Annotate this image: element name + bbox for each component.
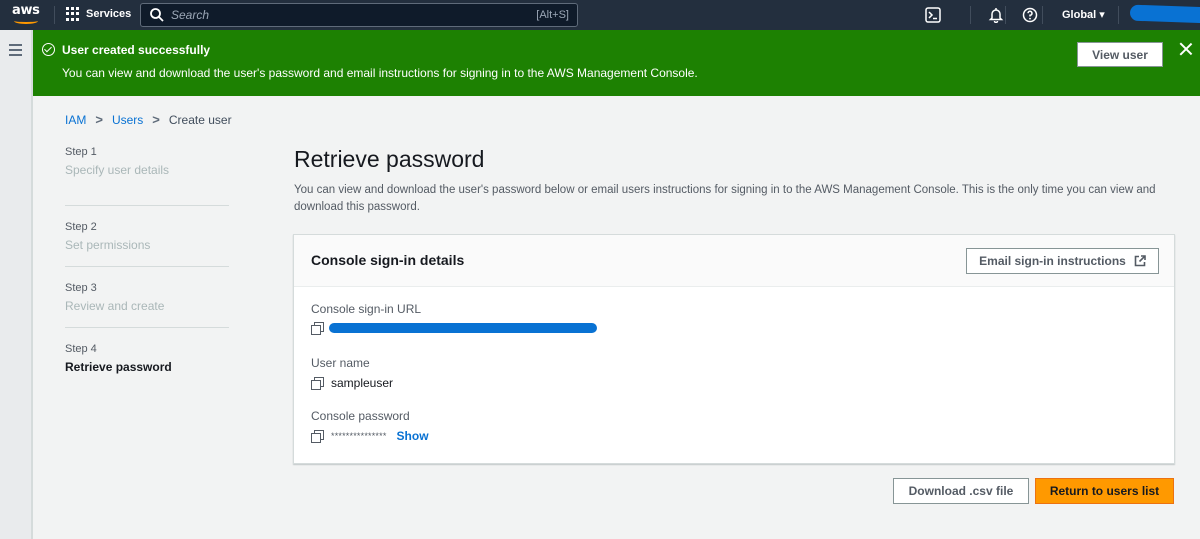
card-title: Console sign-in details [311, 252, 465, 268]
step-name: Set permissions [65, 238, 151, 252]
grid-icon [66, 7, 80, 21]
wizard-steps: Step 1 Specify user details Step 2 Set p… [65, 145, 229, 389]
copy-icon[interactable] [311, 322, 324, 335]
step-name: Review and create [65, 299, 165, 313]
search-bar[interactable]: [Alt+S] [140, 3, 578, 27]
nav-divider [54, 6, 55, 24]
console-sign-in-details-card: Console sign-in details Email sign-in in… [293, 234, 1175, 464]
bell-icon[interactable] [987, 6, 1005, 24]
top-navigation-bar: aws Services [Alt+S] [0, 0, 1200, 30]
close-icon[interactable] [1179, 42, 1193, 56]
account-menu-redacted[interactable] [1129, 4, 1200, 24]
menu-icon[interactable] [9, 44, 22, 56]
page-description: You can view and download the user's pas… [294, 184, 1156, 213]
view-user-button[interactable]: View user [1077, 42, 1163, 67]
aws-logo[interactable]: aws [12, 4, 42, 26]
user-name-field: User name sampleuser [311, 356, 393, 390]
step-number: Step 4 [65, 343, 97, 355]
wizard-step-2: Step 2 Set permissions [65, 206, 229, 267]
sign-in-url-redacted [329, 323, 597, 333]
field-label: User name [311, 356, 370, 370]
check-circle-icon [42, 43, 55, 56]
field-label: Console password [311, 409, 410, 423]
field-label: Console sign-in URL [311, 302, 422, 316]
help-icon[interactable] [1021, 6, 1039, 24]
breadcrumb-current: Create user [168, 112, 232, 127]
return-to-users-list-button[interactable]: Return to users list [1035, 478, 1174, 504]
external-link-icon [1134, 255, 1146, 267]
flash-message: You can view and download the user's pas… [62, 66, 698, 80]
wizard-step-1: Step 1 Specify user details [65, 145, 229, 206]
wizard-step-4: Step 4 Retrieve password [65, 328, 229, 389]
download-csv-button[interactable]: Download .csv file [893, 478, 1029, 504]
search-shortcut-hint: [Alt+S] [536, 9, 569, 21]
user-name-value: sampleuser [331, 376, 394, 390]
aws-logo-text: aws [12, 3, 40, 18]
services-label: Services [86, 8, 132, 20]
flash-title: User created successfully [62, 43, 211, 57]
step-name: Retrieve password [65, 360, 172, 374]
email-button-label: Email sign-in instructions [979, 254, 1126, 268]
nav-divider [1118, 6, 1119, 24]
nav-divider [1005, 6, 1006, 24]
services-menu-button[interactable]: Services [66, 7, 131, 21]
aws-smile-icon [14, 18, 38, 24]
search-icon [150, 8, 164, 22]
wizard-step-3: Step 3 Review and create [65, 267, 229, 328]
success-flash-banner: User created successfully You can view a… [33, 30, 1200, 96]
copy-icon[interactable] [311, 430, 324, 443]
cloudshell-icon[interactable] [924, 6, 942, 24]
show-password-link[interactable]: Show [397, 429, 429, 443]
copy-icon[interactable] [311, 377, 324, 390]
region-selector[interactable]: Global ▾ [1062, 8, 1105, 21]
chevron-right-icon: > [152, 112, 160, 127]
step-number: Step 2 [65, 221, 97, 233]
breadcrumb: IAM > Users > Create user [65, 112, 232, 127]
step-number: Step 1 [65, 146, 97, 158]
page-title: Retrieve password [294, 146, 485, 172]
step-number: Step 3 [65, 282, 97, 294]
nav-divider [1042, 6, 1043, 24]
console-password-field: Console password *************** Show [311, 409, 429, 443]
nav-divider [970, 6, 971, 24]
email-sign-in-instructions-button[interactable]: Email sign-in instructions [966, 248, 1159, 274]
step-name: Specify user details [65, 163, 170, 177]
password-masked-value: *************** [331, 431, 387, 441]
breadcrumb-users[interactable]: Users [112, 113, 143, 127]
sign-in-url-field: Console sign-in URL [311, 302, 597, 335]
card-header: Console sign-in details Email sign-in in… [294, 235, 1174, 287]
side-navigation-rail [0, 30, 33, 539]
search-input[interactable] [171, 8, 537, 22]
breadcrumb-iam[interactable]: IAM [65, 113, 86, 127]
chevron-right-icon: > [95, 112, 103, 127]
